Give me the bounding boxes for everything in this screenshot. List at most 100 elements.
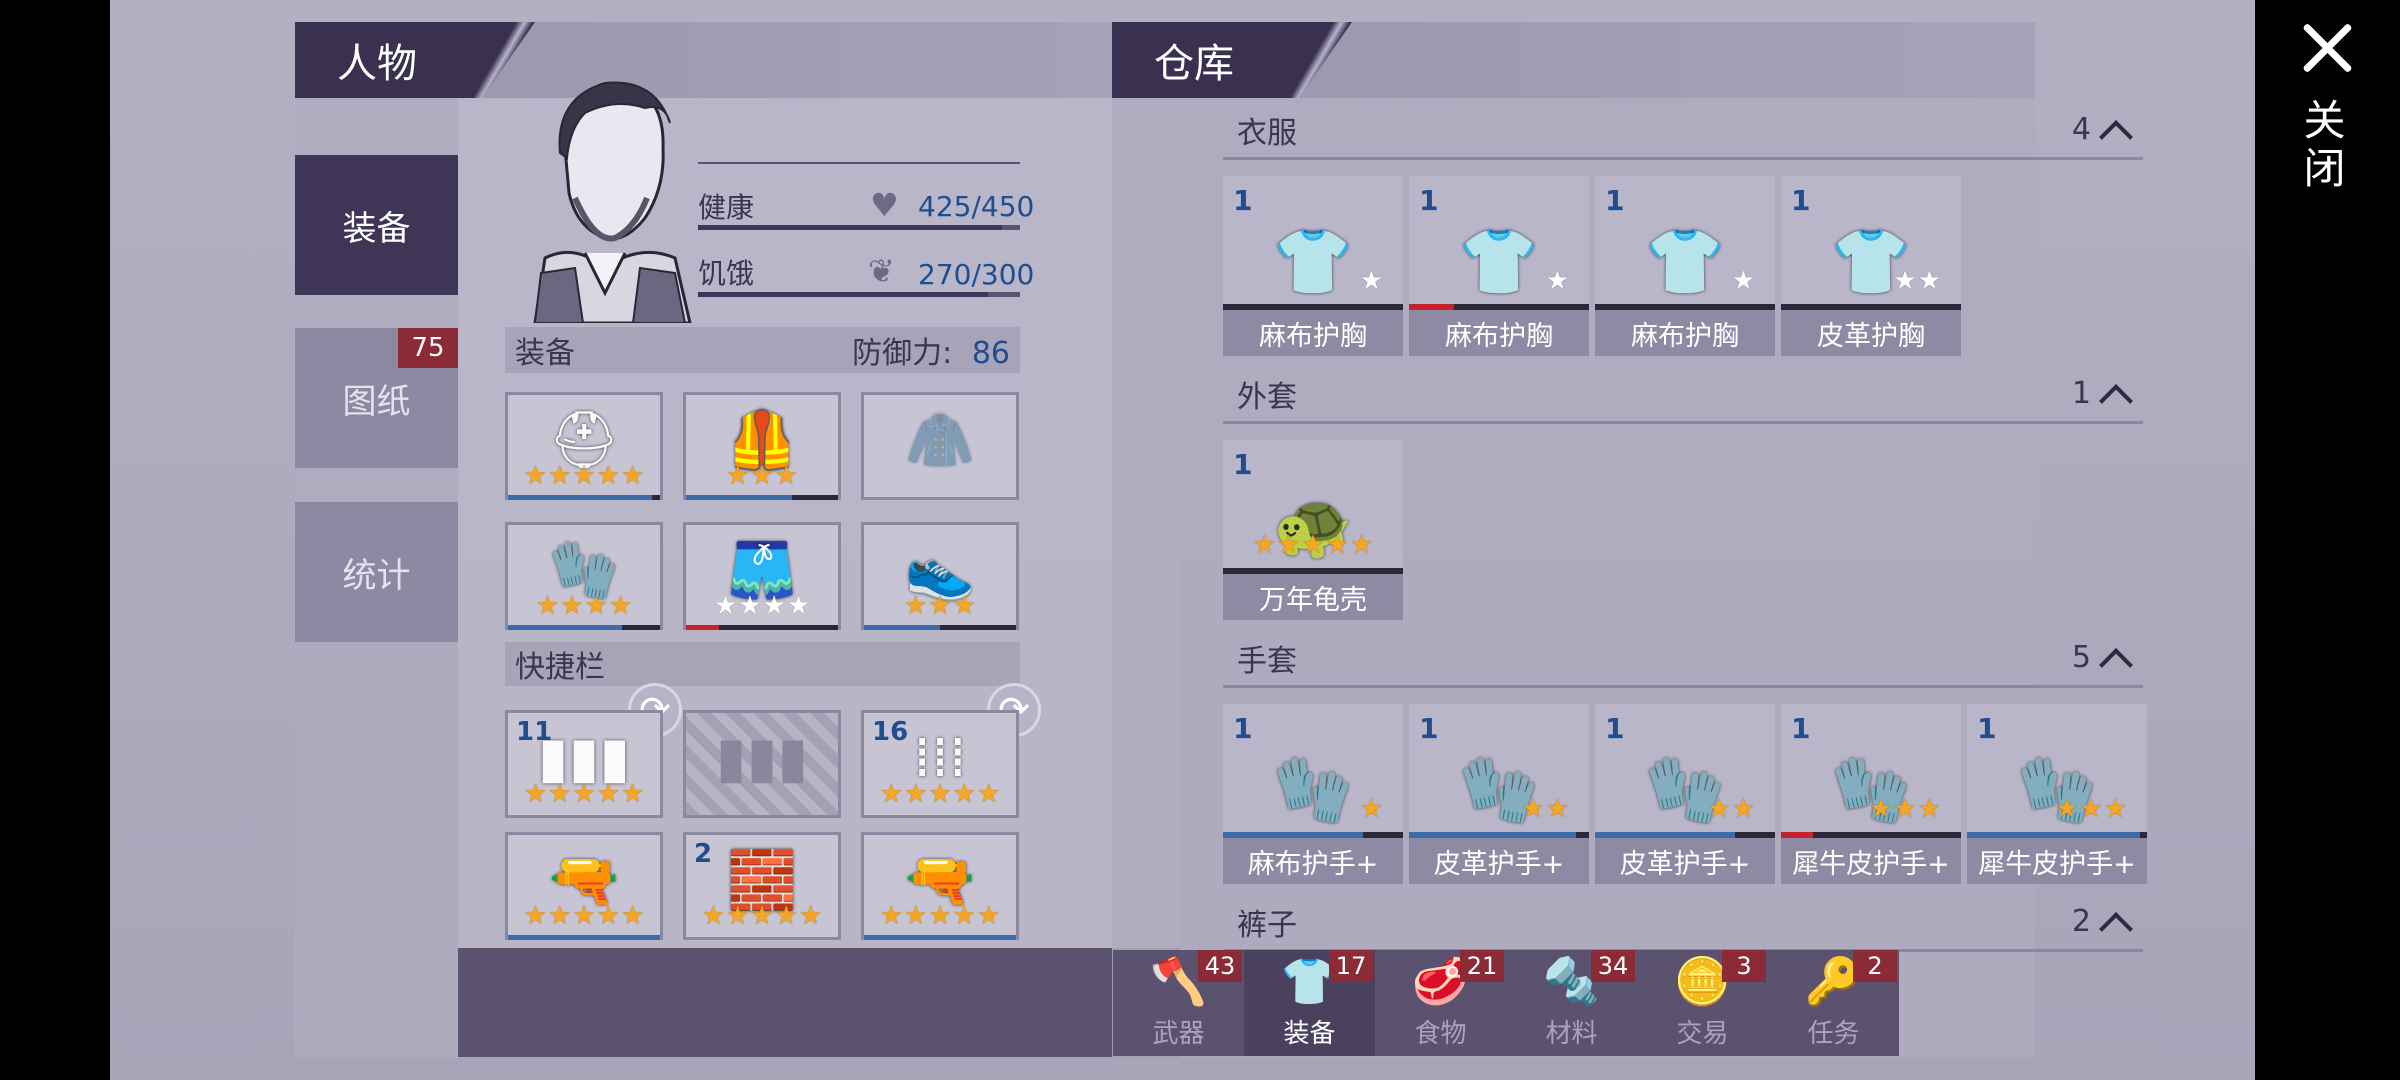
tab-blueprints-label: 图纸 xyxy=(342,381,411,422)
item-name: 万年龟壳 xyxy=(1223,574,1403,620)
white-star-icon: ★ xyxy=(713,591,738,621)
hunger-label: 饥饿 xyxy=(698,257,755,290)
section-count: 4 xyxy=(2071,112,2091,147)
character-footer xyxy=(458,948,1180,1057)
section-header-3[interactable]: 裤子 2 xyxy=(1223,894,2143,952)
hunger-bar xyxy=(698,292,1020,297)
equipment-slot[interactable]: 👟 ★ ★ ★ xyxy=(861,522,1019,630)
white-star-icon: ★ xyxy=(1917,266,1941,296)
gold-star-icon: ★ xyxy=(1277,530,1301,560)
item-card[interactable]: 👕 1 ★ 麻布护胸 xyxy=(1223,176,1403,356)
item-card[interactable]: 👕 1 ★ 麻布护胸 xyxy=(1595,176,1775,356)
item-card[interactable]: 👕 1 ★ 麻布护胸 xyxy=(1409,176,1589,356)
section-count-toggle[interactable]: 2 xyxy=(2072,904,2129,939)
hotbar-slot[interactable]: 🔫 ★ ★ ★ ★ ★ xyxy=(861,832,1019,940)
item-name: 皮革护手+ xyxy=(1595,838,1775,884)
item-card[interactable]: 🧤 1 ★ ★ ★ 犀牛皮护手+ xyxy=(1967,704,2147,884)
white-star-icon: ★ xyxy=(1359,266,1383,296)
section-count-toggle[interactable]: 4 xyxy=(2072,112,2129,147)
hotbar-slot[interactable]: 🧱 2 ★ ★ ★ ★ ★ xyxy=(683,832,841,940)
gold-star-icon: ★ xyxy=(548,901,572,931)
gold-star-icon: ★ xyxy=(560,591,584,621)
equipment-slot[interactable]: 🩳 ★ ★ ★ ★ xyxy=(683,522,841,630)
gold-star-icon: ★ xyxy=(1359,794,1383,824)
equipment-slot[interactable]: 🦺 ★ ★ ★ xyxy=(683,392,841,500)
equipment-slot[interactable]: 🧥 xyxy=(861,392,1019,500)
gold-star-icon: ★ xyxy=(1349,530,1374,560)
section-header-2[interactable]: 手套 5 xyxy=(1223,630,2143,688)
gold-star-icon: ★ xyxy=(798,901,823,931)
hotbar-title: 快捷栏 xyxy=(515,650,605,685)
gold-star-icon: ★ xyxy=(523,461,548,491)
category-badge: 43 xyxy=(1198,950,1242,982)
item-count: 1 xyxy=(1233,712,1253,745)
item-card[interactable]: 🧤 1 ★ ★ 皮革护手+ xyxy=(1595,704,1775,884)
durability-fill xyxy=(508,495,653,500)
category-tab[interactable]: 🥩 食物 21 xyxy=(1375,950,1506,1056)
category-tab[interactable]: 🪙 交易 3 xyxy=(1637,950,1768,1056)
tab-blueprints[interactable]: 图纸 75 xyxy=(295,328,458,468)
gold-star-icon: ★ xyxy=(620,461,645,491)
category-tab-label: 装备 xyxy=(1283,1019,1336,1049)
close-icon[interactable] xyxy=(2300,20,2356,76)
white-star-icon: ★ xyxy=(1731,266,1755,296)
item-name: 犀牛皮护手+ xyxy=(1967,838,2147,884)
section-header-1[interactable]: 外套 1 xyxy=(1223,366,2143,424)
hotbar-slot[interactable]: ▮▮▮ 11 ★ ★ ★ ★ ★ xyxy=(505,710,663,818)
item-card[interactable]: 🐢 1 ★ ★ ★ ★ ★ 万年龟壳 xyxy=(1223,440,1403,620)
gold-star-icon: ★ xyxy=(1917,794,1941,824)
equipment-header: 装备 防御力: 86 xyxy=(505,327,1020,373)
health-label: 健康 xyxy=(698,191,755,224)
tab-equipment[interactable]: 装备 xyxy=(295,155,458,295)
section-count-toggle[interactable]: 1 xyxy=(2072,376,2129,411)
equipment-title: 装备 xyxy=(515,336,575,371)
gold-star-icon: ★ xyxy=(2103,794,2127,824)
star-rating: ★ ★ ★ ★ ★ xyxy=(508,781,660,807)
gold-star-icon: ★ xyxy=(596,901,620,931)
gold-star-icon: ★ xyxy=(2079,794,2103,824)
gold-star-icon: ★ xyxy=(1301,530,1325,560)
hotbar-slot[interactable]: ⁞⁞⁞ 16 ★ ★ ★ ★ ★ xyxy=(861,710,1019,818)
gold-star-icon: ★ xyxy=(1731,794,1755,824)
star-rating: ★ xyxy=(1732,268,1755,294)
category-tab-label: 材料 xyxy=(1545,1019,1598,1049)
category-tab[interactable]: 🪓 武器 43 xyxy=(1113,950,1244,1056)
section-header-0[interactable]: 衣服 4 xyxy=(1223,102,2143,160)
white-star-icon: ★ xyxy=(762,591,786,621)
item-card[interactable]: 🧤 1 ★ ★ 皮革护手+ xyxy=(1409,704,1589,884)
item-card[interactable]: 🧤 1 ★ ★ ★ 犀牛皮护手+ xyxy=(1781,704,1961,884)
durability-fill xyxy=(686,495,793,500)
star-rating: ★ ★ ★ ★ xyxy=(686,593,838,619)
star-rating: ★ ★ xyxy=(1707,796,1755,822)
category-badge: 17 xyxy=(1329,950,1373,982)
category-tab[interactable]: 🔑 任务 2 xyxy=(1768,950,1899,1056)
health-bar-fill xyxy=(698,225,1002,230)
section-count: 5 xyxy=(2071,640,2091,675)
hunger-bar-fill xyxy=(698,292,988,297)
durability-fill xyxy=(508,935,660,940)
hotbar-slot[interactable]: 🔫 ★ ★ ★ ★ ★ xyxy=(505,832,663,940)
equipment-slot[interactable]: ⛑ ★ ★ ★ ★ ★ xyxy=(505,392,663,500)
character-title: 人物 xyxy=(295,22,535,98)
durability-fill xyxy=(686,625,720,630)
item-card[interactable]: 🧤 1 ★ 麻布护手+ xyxy=(1223,704,1403,884)
chevron-up-icon xyxy=(2099,115,2129,145)
gold-star-icon: ★ xyxy=(976,901,1001,931)
close-button-label[interactable]: 关闭 xyxy=(2297,98,2352,194)
defense-label: 防御力: xyxy=(852,336,953,371)
category-tab[interactable]: 🔩 材料 34 xyxy=(1506,950,1637,1056)
section-label: 衣服 xyxy=(1237,115,1297,151)
equipment-slot[interactable]: 🧤 ★ ★ ★ ★ xyxy=(505,522,663,630)
hunger-value: 270/300 xyxy=(918,258,1035,291)
item-count: 1 xyxy=(1233,184,1253,217)
durability-fill xyxy=(864,935,1016,940)
category-tab[interactable]: 👕 装备 17 xyxy=(1244,950,1375,1056)
item-count: 1 xyxy=(1419,184,1439,217)
item-count: 2 xyxy=(694,839,713,869)
gold-star-icon: ★ xyxy=(701,901,726,931)
hotbar-slot[interactable]: ▮▮▮ xyxy=(683,710,841,818)
gold-star-icon: ★ xyxy=(1521,794,1545,824)
section-count-toggle[interactable]: 5 xyxy=(2072,640,2129,675)
tab-statistics[interactable]: 统计 xyxy=(295,502,458,642)
item-card[interactable]: 👕 1 ★ ★ 皮革护胸 xyxy=(1781,176,1961,356)
